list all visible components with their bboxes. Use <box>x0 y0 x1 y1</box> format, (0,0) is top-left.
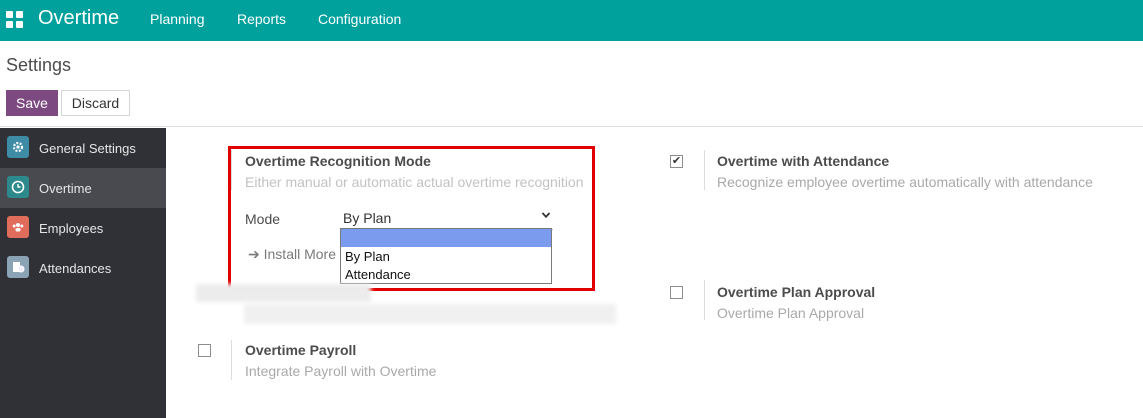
save-button[interactable]: Save <box>6 90 58 116</box>
control-panel: Settings Save Discard <box>0 41 1143 127</box>
divider <box>231 340 232 380</box>
checkmark-icon: ✔ <box>671 155 682 167</box>
sidebar-item-label: Employees <box>39 220 104 236</box>
plan-approval-title: Overtime Plan Approval <box>717 284 876 300</box>
menu-reports[interactable]: Reports <box>237 11 286 27</box>
payroll-title: Overtime Payroll <box>245 342 357 358</box>
menu-planning[interactable]: Planning <box>150 11 205 27</box>
plan-approval-description: Overtime Plan Approval <box>717 305 865 321</box>
sidebar-item-attendances[interactable]: Attendances <box>0 248 166 288</box>
plan-approval-checkbox[interactable] <box>670 286 683 299</box>
page-title: Settings <box>6 55 72 75</box>
discard-button[interactable]: Discard <box>61 90 130 116</box>
menu-configuration[interactable]: Configuration <box>318 11 401 27</box>
divider <box>704 150 705 190</box>
gear-icon <box>7 136 29 158</box>
payroll-description: Integrate Payroll with Overtime <box>245 363 437 379</box>
sidebar-item-overtime[interactable]: Overtime <box>0 168 166 208</box>
settings-content: Overtime Recognition Mode Either manual … <box>166 128 1143 418</box>
attendance-description: Recognize employee overtime automaticall… <box>717 174 1093 190</box>
blurred-region <box>244 304 616 324</box>
top-navbar: Overtime Planning Reports Configuration <box>0 0 1143 41</box>
blurred-region <box>196 284 371 302</box>
highlight-box <box>228 146 595 291</box>
payroll-checkbox[interactable] <box>198 344 211 357</box>
badge-icon <box>7 256 29 278</box>
attendance-title: Overtime with Attendance <box>717 153 890 169</box>
settings-sidebar: General Settings Overtime Employees Atte… <box>0 128 166 418</box>
app-title[interactable]: Overtime <box>38 7 119 30</box>
sidebar-item-label: General Settings <box>39 140 136 156</box>
sidebar-item-general-settings[interactable]: General Settings <box>0 128 166 168</box>
sidebar-item-employees[interactable]: Employees <box>0 208 166 248</box>
attendance-checkbox[interactable]: ✔ <box>670 155 683 168</box>
clock-icon <box>7 176 29 198</box>
grid-icon[interactable] <box>6 11 24 29</box>
sidebar-item-label: Attendances <box>39 260 112 276</box>
people-icon <box>7 216 29 238</box>
divider <box>704 280 705 320</box>
sidebar-item-label: Overtime <box>39 180 92 196</box>
